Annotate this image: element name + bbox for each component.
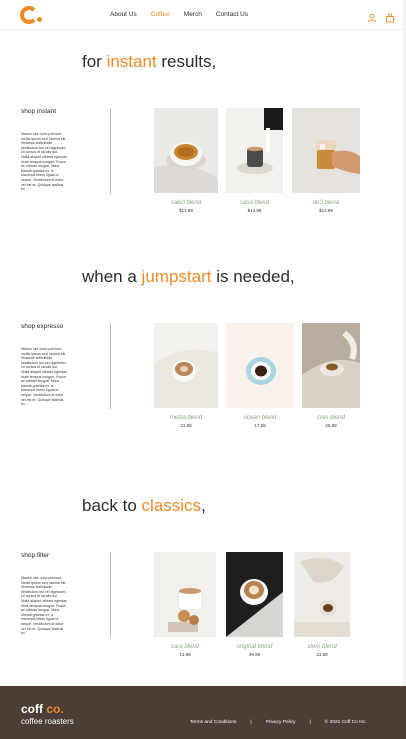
title-accent: jumpstart <box>141 267 212 286</box>
nav-merch[interactable]: Merch <box>184 11 202 18</box>
product-card[interactable]: de3 blend $13.99 <box>292 108 360 213</box>
product-price: 17.99 <box>254 423 266 428</box>
logo-c-mark <box>20 6 38 24</box>
title-text: back to <box>82 496 142 515</box>
title-accent: classics <box>141 496 202 515</box>
product-card[interactable]: cres blend 25.99 <box>302 323 360 428</box>
user-icon[interactable] <box>367 10 377 23</box>
product-image[interactable] <box>294 552 350 637</box>
product-name[interactable]: ocean blend <box>226 415 294 421</box>
product-price: 25.99 <box>325 423 337 428</box>
section-description: Mauris nec nunc pulvinar, mollis ipsum s… <box>21 347 67 407</box>
title-text-end: is needed, <box>211 267 295 286</box>
footer-brand[interactable]: coff co. <box>21 702 64 716</box>
shop-filter-link[interactable]: shop filter <box>21 552 49 559</box>
section-title: back to classics, <box>82 496 206 516</box>
product-price: 21.99 <box>180 423 192 428</box>
product-name[interactable]: cres blend <box>302 415 360 421</box>
title-text-end: results, <box>156 52 217 71</box>
product-card[interactable]: cara blend 13.99 <box>154 552 216 657</box>
title-text: when a <box>82 267 142 286</box>
product-card[interactable]: stem blend 23.99 <box>294 552 350 657</box>
divider <box>110 552 111 638</box>
product-price: 23.99 <box>316 652 328 657</box>
product-image[interactable] <box>226 552 283 637</box>
site-footer: coff co. coffee roasters Terms and Condi… <box>0 686 406 739</box>
title-text-end: , <box>201 496 206 515</box>
shop-instant-link[interactable]: shop instant <box>21 108 56 115</box>
nav-about-us[interactable]: About Us <box>110 11 137 18</box>
product-card[interactable]: ocean blend 17.99 <box>226 323 294 428</box>
copyright-text: © 2021 Coff Co Inc. <box>324 720 367 725</box>
product-card[interactable]: sasa blend $13.99 <box>226 108 283 213</box>
product-name[interactable]: cara blend <box>154 644 216 650</box>
nav-coffee[interactable]: Coffee <box>151 11 170 18</box>
product-price: $13.99 <box>247 208 262 213</box>
product-card[interactable]: cakio blend $13.99 <box>154 108 218 213</box>
product-image[interactable] <box>226 323 294 408</box>
logo[interactable] <box>20 6 46 24</box>
title-text: for <box>82 52 107 71</box>
footer-brand-text: coff <box>21 702 43 716</box>
shop-expresso-link[interactable]: shop expresso <box>21 323 63 330</box>
main-nav: About Us Coffee Merch Contact Us <box>110 11 248 18</box>
product-image[interactable] <box>154 108 218 193</box>
divider <box>110 108 111 194</box>
section-title: for instant results, <box>82 52 216 72</box>
terms-link[interactable]: Terms and Conditions <box>190 720 236 725</box>
footer-separator: | <box>250 720 252 725</box>
product-name[interactable]: original blend <box>226 644 283 650</box>
product-image[interactable] <box>302 323 360 408</box>
product-name[interactable]: cakio blend <box>154 200 218 206</box>
footer-separator: | <box>309 720 311 725</box>
footer-links: Terms and Conditions | Privacy Policy | … <box>190 720 367 725</box>
product-image[interactable] <box>226 108 283 193</box>
section-description: Mauris nec nunc pulvinar, mollis ipsum s… <box>21 132 67 192</box>
product-card[interactable]: melza blend 21.99 <box>154 323 218 428</box>
product-name[interactable]: stem blend <box>294 644 350 650</box>
product-price: $13.99 <box>179 208 193 213</box>
title-accent: instant <box>106 52 157 71</box>
footer-subtitle: coffee roasters <box>21 717 74 726</box>
product-image[interactable] <box>154 323 218 408</box>
section-description: Mauris nec nunc pulvinar, mollis ipsum s… <box>21 576 67 636</box>
product-price: 49.99 <box>248 652 261 657</box>
section-title: when a jumpstart is needed, <box>82 267 295 287</box>
product-price: $13.99 <box>319 208 333 213</box>
product-name[interactable]: de3 blend <box>292 200 360 206</box>
footer-brand-accent: co. <box>43 702 64 716</box>
product-card[interactable]: original blend 49.99 <box>226 552 283 657</box>
divider <box>110 323 111 409</box>
nav-contact-us[interactable]: Contact Us <box>216 11 248 18</box>
product-image[interactable] <box>292 108 360 193</box>
product-price: 13.99 <box>179 652 191 657</box>
logo-dot <box>37 17 42 22</box>
privacy-link[interactable]: Privacy Policy <box>266 720 296 725</box>
product-image[interactable] <box>154 552 216 637</box>
site-header: About Us Coffee Merch Contact Us <box>0 0 406 30</box>
product-name[interactable]: sasa blend <box>226 200 283 206</box>
product-name[interactable]: melza blend <box>154 415 218 421</box>
cart-icon[interactable] <box>385 10 395 23</box>
